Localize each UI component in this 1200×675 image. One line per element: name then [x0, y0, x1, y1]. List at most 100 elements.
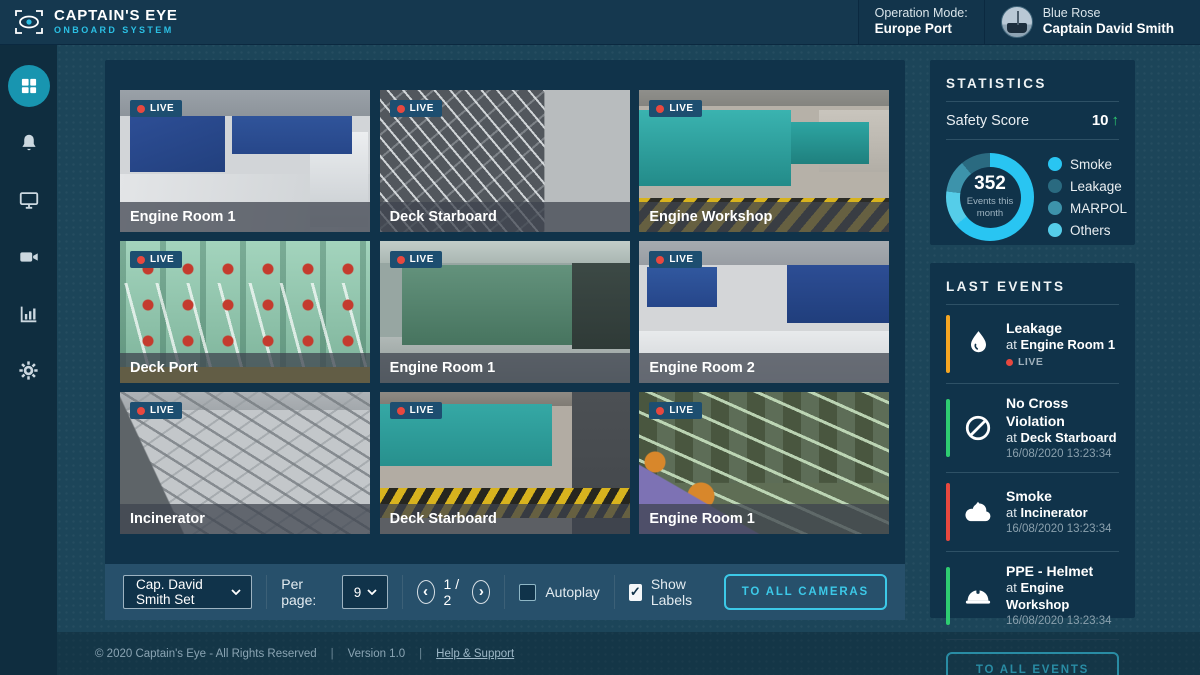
footer: © 2020 Captain's Eye - All Rights Reserv…	[57, 632, 1200, 675]
brand-title: CAPTAIN'S EYE	[54, 8, 178, 24]
live-badge: LIVE	[390, 100, 442, 117]
camera-tile-9[interactable]: LIVE Engine Room 1	[639, 392, 889, 534]
camera-set-select[interactable]: Cap. David Smith Set	[123, 575, 252, 609]
help-support-link[interactable]: Help & Support	[436, 648, 514, 660]
user-menu[interactable]: Blue Rose Captain David Smith	[984, 0, 1200, 44]
vessel-name: Blue Rose	[1043, 6, 1174, 22]
events-caption: Events this month	[964, 196, 1016, 220]
sidebar-item-monitors[interactable]	[0, 171, 57, 228]
events-count: 352	[974, 174, 1006, 193]
live-dot-icon	[1006, 359, 1013, 366]
per-page-value: 9	[354, 585, 362, 600]
per-page-select[interactable]: 9	[342, 575, 388, 609]
operation-mode: Operation Mode: Europe Port	[858, 0, 984, 44]
live-dot-icon	[656, 407, 664, 415]
event-live-status: LIVE	[1006, 356, 1115, 370]
event-timestamp: 16/08/2020 13:23:34	[1006, 522, 1112, 537]
show-labels-checkbox-row[interactable]: ✓ Show Labels	[629, 576, 710, 608]
event-item-no-cross-violation[interactable]: No Cross Violation at Deck Starboard 16/…	[946, 384, 1119, 472]
event-severity-bar	[946, 483, 950, 541]
live-dot-icon	[397, 256, 405, 264]
event-item-smoke[interactable]: Smoke at Incinerator 16/08/2020 13:23:34	[946, 473, 1119, 551]
event-severity-bar	[946, 399, 950, 457]
live-dot-icon	[137, 105, 145, 113]
live-badge: LIVE	[649, 402, 701, 419]
smoke-cloud-icon	[959, 498, 997, 526]
legend-dot	[1048, 223, 1062, 237]
camera-label: Incinerator	[120, 504, 370, 534]
camera-tile-6[interactable]: LIVE Engine Room 2	[639, 241, 889, 383]
camera-label: Engine Room 1	[639, 504, 889, 534]
camera-tile-5[interactable]: LIVE Engine Room 1	[380, 241, 630, 383]
autoplay-checkbox-row[interactable]: Autoplay	[519, 584, 599, 601]
show-labels-checkbox[interactable]: ✓	[629, 584, 642, 601]
camera-label: Engine Room 2	[639, 353, 889, 383]
prev-page-button[interactable]: ‹	[417, 580, 435, 604]
autoplay-checkbox[interactable]	[519, 584, 536, 601]
operation-mode-label: Operation Mode:	[875, 6, 968, 22]
autoplay-label: Autoplay	[545, 584, 599, 600]
camera-set-value: Cap. David Smith Set	[136, 577, 221, 607]
donut-center: 352 Events this month	[960, 167, 1021, 228]
safety-score-row: Safety Score 10↑	[946, 102, 1119, 139]
camera-label: Deck Port	[120, 353, 370, 383]
divider: |	[419, 648, 422, 660]
no-entry-icon	[959, 413, 997, 443]
bar-chart-icon	[18, 303, 40, 325]
video-camera-icon	[18, 246, 40, 268]
gear-icon	[17, 359, 40, 382]
sidebar-item-statistics[interactable]	[0, 285, 57, 342]
to-all-cameras-button[interactable]: TO ALL CAMERAS	[724, 574, 887, 610]
legend-item-smoke: Smoke	[1048, 157, 1127, 172]
last-events-title: LAST EVENTS	[946, 279, 1119, 294]
brand-logo: CAPTAIN'S EYE ONBOARD SYSTEM	[0, 0, 858, 44]
live-badge: LIVE	[130, 100, 182, 117]
legend-dot	[1048, 179, 1062, 193]
camera-wall-panel: LIVE Engine Room 1 LIVE Deck Starboard L…	[105, 60, 905, 620]
live-dot-icon	[656, 105, 664, 113]
event-item-ppe-helmet[interactable]: PPE - Helmet at Engine Workshop 16/08/20…	[946, 552, 1119, 639]
event-severity-bar	[946, 567, 950, 625]
app-window: CAPTAIN'S EYE ONBOARD SYSTEM Operation M…	[0, 0, 1200, 675]
next-page-button[interactable]: ›	[472, 580, 490, 604]
camera-tile-8[interactable]: LIVE Deck Starboard	[380, 392, 630, 534]
live-badge: LIVE	[649, 100, 701, 117]
donut-legend: Smoke Leakage MARPOL Others	[1048, 157, 1127, 238]
operation-mode-value: Europe Port	[875, 21, 968, 38]
show-labels-label: Show Labels	[651, 576, 710, 608]
camera-label: Deck Starboard	[380, 202, 630, 232]
sidebar-item-notifications[interactable]	[0, 114, 57, 171]
divider	[504, 575, 505, 609]
camera-tile-1[interactable]: LIVE Engine Room 1	[120, 90, 370, 232]
sidebar-item-dashboard[interactable]	[0, 57, 57, 114]
camera-label: Engine Workshop	[639, 202, 889, 232]
camera-tile-2[interactable]: LIVE Deck Starboard	[380, 90, 630, 232]
page-indicator: 1 / 2	[444, 576, 464, 608]
event-item-leakage[interactable]: Leakage at Engine Room 1 LIVE	[946, 305, 1119, 383]
legend-dot	[1048, 157, 1062, 171]
camera-controls-bar: Cap. David Smith Set Per page: 9 ‹ 1 / 2…	[105, 564, 905, 620]
safety-score-value: 10↑	[1092, 112, 1119, 129]
camera-tile-3[interactable]: LIVE Engine Workshop	[639, 90, 889, 232]
legend-dot	[1048, 201, 1062, 215]
event-timestamp: 16/08/2020 13:23:34	[1006, 614, 1119, 629]
live-badge: LIVE	[130, 402, 182, 419]
top-bar: CAPTAIN'S EYE ONBOARD SYSTEM Operation M…	[0, 0, 1200, 45]
camera-label: Deck Starboard	[380, 504, 630, 534]
sidebar-item-cameras[interactable]	[0, 228, 57, 285]
live-badge: LIVE	[390, 251, 442, 268]
sidebar-item-settings[interactable]	[0, 342, 57, 399]
camera-tile-7[interactable]: LIVE Incinerator	[120, 392, 370, 534]
user-name: Captain David Smith	[1043, 21, 1174, 38]
camera-tile-4[interactable]: LIVE Deck Port	[120, 241, 370, 383]
live-badge: LIVE	[649, 251, 701, 268]
version-text: Version 1.0	[348, 648, 406, 660]
bell-icon	[18, 132, 40, 154]
legend-item-leakage: Leakage	[1048, 179, 1127, 194]
chevron-down-icon	[367, 589, 377, 595]
divider	[614, 575, 615, 609]
dashboard-grid-icon	[8, 65, 50, 107]
live-badge: LIVE	[390, 402, 442, 419]
divider	[402, 575, 403, 609]
monitor-icon	[18, 189, 40, 211]
